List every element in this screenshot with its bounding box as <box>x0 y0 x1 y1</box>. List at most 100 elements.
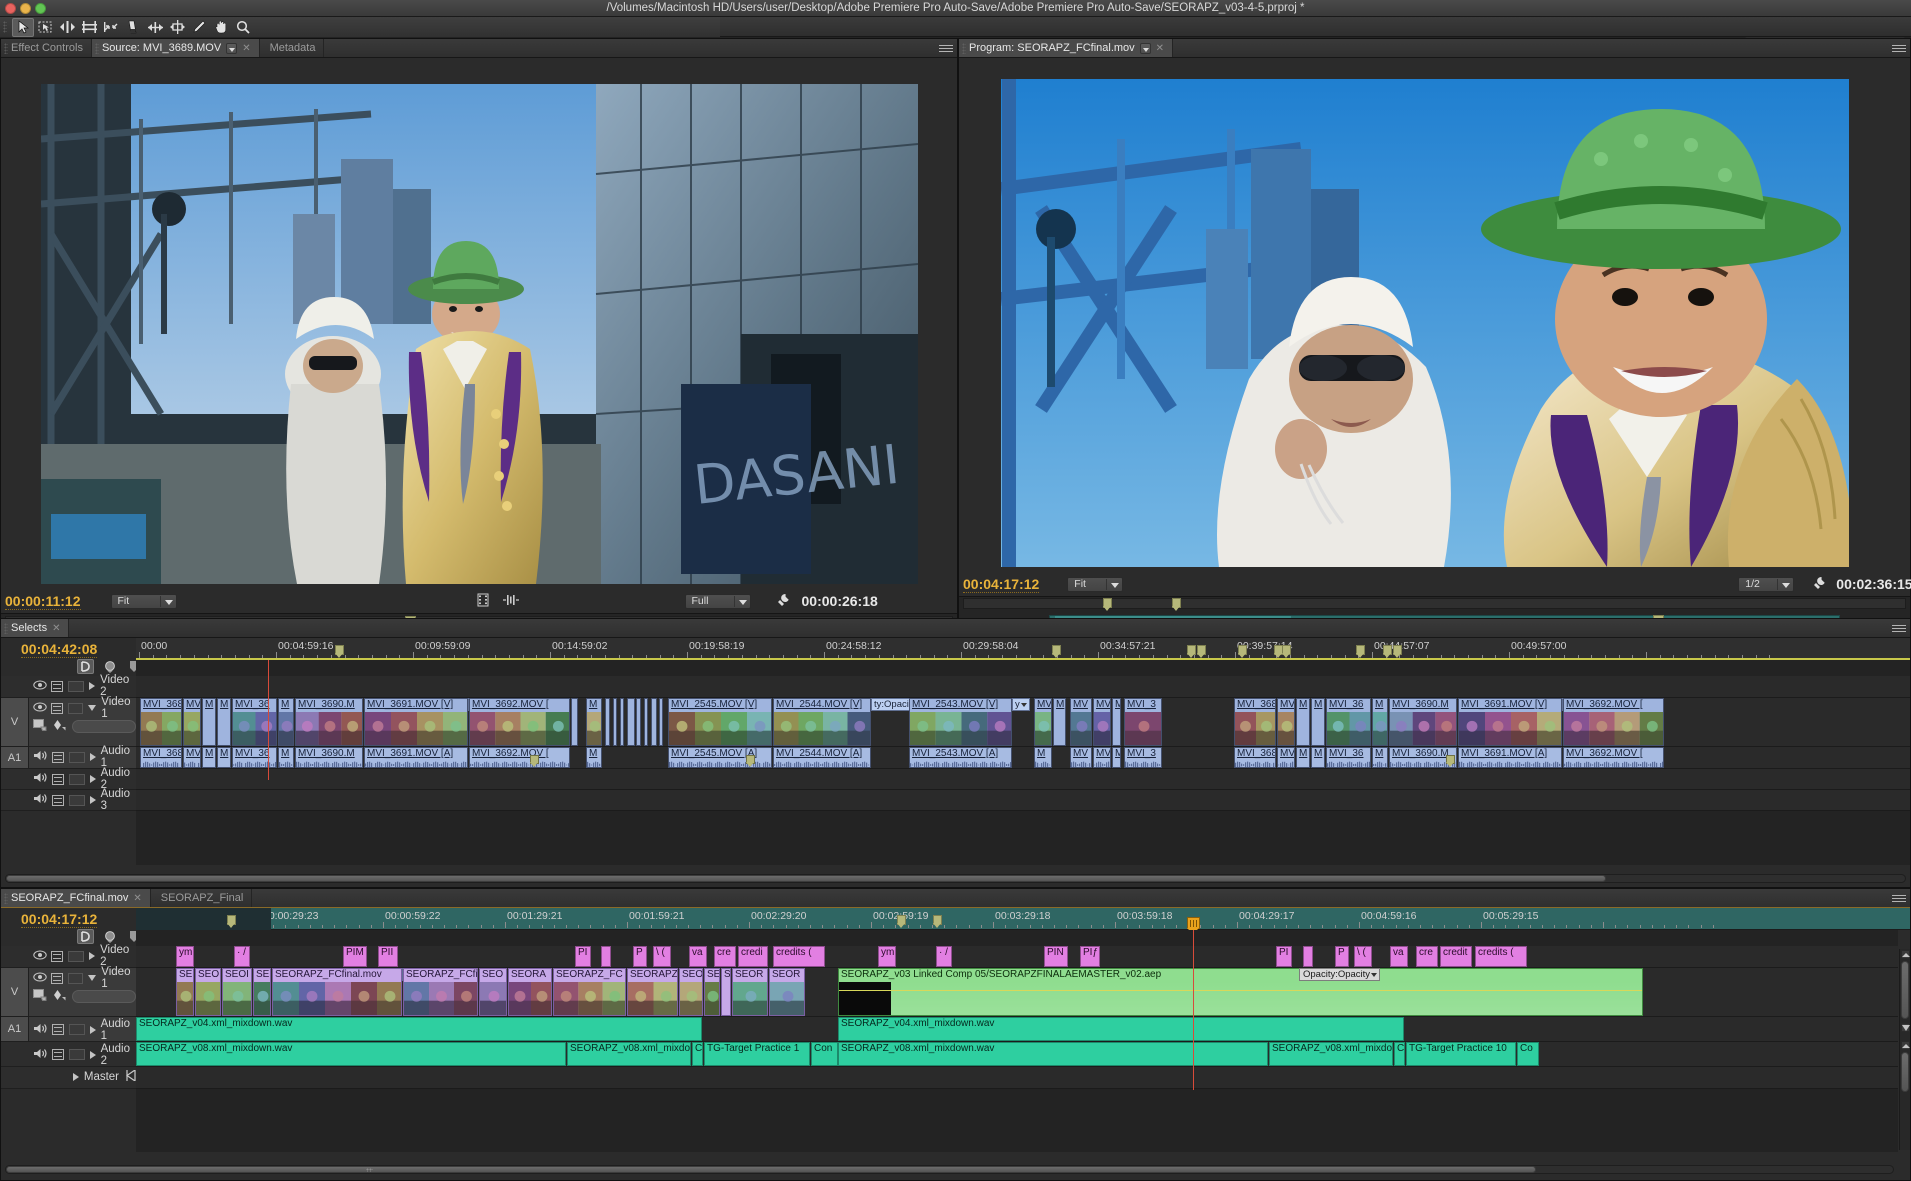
selects-video-clip[interactable]: M <box>586 698 602 746</box>
sequence-vscroll[interactable] <box>1899 949 1910 1150</box>
sequence-v1-clip[interactable]: SEOR <box>769 968 805 1016</box>
selects-video-clip[interactable]: M <box>1311 698 1325 746</box>
linked-selection-button[interactable] <box>101 929 118 944</box>
marker[interactable] <box>335 645 344 655</box>
selects-tracks-area[interactable]: MVI_368MVMMMVI_36MMVI_3690.MMVI_3691.MOV… <box>136 660 1910 865</box>
track-header-audio2[interactable]: Audio 2 <box>1 769 136 790</box>
marker[interactable] <box>1187 645 1196 655</box>
selects-track-audio2[interactable] <box>136 769 1910 790</box>
sequence-a2-clip[interactable]: SEORAPZ_v08.xml_mixdo <box>1269 1042 1393 1066</box>
selects-video-clip[interactable] <box>627 698 635 746</box>
sequence-hscroll-grip[interactable] <box>366 1168 373 1172</box>
snap-toggle-button[interactable] <box>77 659 94 674</box>
sequence-v2-clip[interactable]: PIN <box>1044 946 1068 967</box>
track-header-audio1[interactable]: A1 Audio 1 <box>1 747 136 769</box>
source-video-frame[interactable]: DASANI <box>41 84 918 584</box>
source-zoom-dropdown[interactable]: Fit <box>111 594 177 609</box>
selects-video-clip[interactable] <box>620 698 624 746</box>
track-lock-box[interactable] <box>69 1049 85 1060</box>
selects-audio-clip[interactable]: M <box>1112 747 1121 768</box>
selects-video-clip[interactable] <box>613 698 617 746</box>
sequence-v2-clip[interactable]: PI <box>1276 946 1292 967</box>
selects-audio-clip[interactable]: MVI_36 <box>1326 747 1371 768</box>
eye-icon[interactable] <box>33 702 46 714</box>
sync-lock-icon[interactable] <box>52 774 64 785</box>
selects-video-clip[interactable]: MV <box>1277 698 1295 746</box>
sequence-current-time-indicator[interactable] <box>1187 917 1200 929</box>
scroll-up-button[interactable] <box>1901 950 1910 959</box>
track-header-video2[interactable]: Video 2 <box>1 946 136 968</box>
program-zoom-dropdown[interactable]: Fit <box>1067 577 1123 592</box>
sequence-a2-clip[interactable]: Co <box>1517 1042 1539 1066</box>
speaker-icon[interactable] <box>33 750 47 764</box>
clip-effect-badge[interactable]: y <box>1012 698 1030 711</box>
chevron-down-icon[interactable] <box>88 705 96 711</box>
scroll-up-button-2[interactable] <box>1901 1041 1910 1050</box>
selects-track-audio3[interactable] <box>136 790 1910 811</box>
sync-lock-icon[interactable] <box>51 951 63 962</box>
tab-source[interactable]: Source: MVI_3689.MOV ✕ <box>92 39 260 57</box>
selects-audio-clip[interactable]: MVI_3691.MOV [A] <box>1458 747 1562 768</box>
sequence-vscroll-thumb[interactable] <box>1901 961 1909 1019</box>
set-display-style-icon[interactable] <box>33 719 47 734</box>
sequence-a2-clip[interactable]: SEORAPZ_v08.xml_mixdov <box>567 1042 691 1066</box>
program-marker-2[interactable] <box>1172 598 1181 608</box>
track-header-audio3[interactable]: Audio 3 <box>1 790 136 811</box>
sync-lock-icon[interactable] <box>52 1024 64 1035</box>
selects-video-clip[interactable] <box>644 698 648 746</box>
selects-audio-clip[interactable]: M <box>1311 747 1325 768</box>
sequence-v2-clip[interactable]: · / <box>936 946 952 967</box>
sequence-v2-clip[interactable] <box>1303 946 1313 967</box>
tab-dropdown-icon[interactable] <box>1140 43 1151 54</box>
sequence-track-audio2[interactable]: SEORAPZ_v08.xml_mixdown.wavSEORAPZ_v08.x… <box>136 1042 1898 1067</box>
selects-audio-clip[interactable]: MVI_2544.MOV [A] <box>773 747 871 768</box>
show-keyframes-icon[interactable] <box>53 989 66 1004</box>
speaker-icon[interactable] <box>33 793 47 807</box>
sequence-v1-clip[interactable]: SE <box>176 968 194 1016</box>
sequence-playhead-timecode[interactable]: 00:04:17:12 <box>21 911 97 928</box>
sequence-track-audio1[interactable]: SEORAPZ_v04.xml_mixdown.wavSEORAPZ_v04.x… <box>136 1017 1898 1042</box>
tab-selects[interactable]: Selects ✕ <box>1 619 69 637</box>
sequence-v2-clip[interactable]: cre <box>714 946 736 967</box>
chevron-right-icon[interactable] <box>73 1073 79 1081</box>
sequence-v2-clip[interactable]: P <box>633 946 647 967</box>
chevron-right-icon[interactable] <box>90 753 96 761</box>
keyframe-opacity-dropdown[interactable] <box>72 990 136 1003</box>
video-target-indicator[interactable]: V <box>1 698 29 746</box>
eye-icon[interactable] <box>33 972 46 984</box>
sequence-v2-clip[interactable]: \ ( <box>653 946 671 967</box>
track-header-video2[interactable]: Video 2 <box>1 676 136 698</box>
track-lock-box[interactable] <box>68 951 84 962</box>
selects-audio-clip[interactable]: M <box>202 747 216 768</box>
selects-audio-clip[interactable]: MVI_36 <box>232 747 277 768</box>
audio-target-indicator[interactable]: A1 <box>1 747 29 768</box>
selects-video-clip[interactable] <box>636 698 641 746</box>
video-target-indicator[interactable]: V <box>1 968 29 1016</box>
source-quality-dropdown[interactable]: Full <box>685 594 751 609</box>
tab-program[interactable]: Program: SEORAPZ_FCfinal.mov ✕ <box>959 39 1173 57</box>
sequence-v1-clip[interactable]: SEO <box>479 968 507 1016</box>
show-keyframes-icon[interactable] <box>53 719 66 734</box>
selects-video-clip[interactable] <box>571 698 578 746</box>
selects-video-clip[interactable] <box>659 698 663 746</box>
selects-video-clip[interactable]: MV <box>1093 698 1111 746</box>
sequence-a2-clip[interactable]: TG-Target Practice 1 <box>704 1042 810 1066</box>
selects-video-clip[interactable]: MV <box>183 698 201 746</box>
selects-audio-clip[interactable]: MVI_2543.MOV [A] <box>909 747 1012 768</box>
sequence-a2-clip[interactable]: SEORAPZ_v08.xml_mixdown.wav <box>838 1042 1268 1066</box>
sequence-v2-clip[interactable]: va <box>689 946 707 967</box>
pen-tool[interactable] <box>188 18 210 37</box>
selects-video-clip[interactable]: MVI_36 <box>1326 698 1371 746</box>
tab-dropdown-icon[interactable] <box>226 43 237 54</box>
selects-hscroll[interactable] <box>5 874 1906 883</box>
sync-lock-icon[interactable] <box>52 752 64 763</box>
sequence-v2-clip[interactable]: va <box>1390 946 1408 967</box>
chevron-down-icon[interactable] <box>88 975 96 981</box>
sequence-a1-clip[interactable]: SEORAPZ_v04.xml_mixdown.wav <box>136 1017 702 1041</box>
rate-stretch-tool[interactable] <box>100 18 122 37</box>
selects-track-video1[interactable]: MVI_368MVMMMVI_36MMVI_3690.MMVI_3691.MOV… <box>136 698 1910 747</box>
sequence-a2-clip[interactable]: TG-Target Practice 10 <box>1406 1042 1516 1066</box>
tab-effect-controls[interactable]: Effect Controls <box>1 39 92 57</box>
sequence-v1-clip[interactable]: SEORAPZ <box>627 968 678 1016</box>
selects-clip-handle[interactable] <box>1446 755 1455 764</box>
